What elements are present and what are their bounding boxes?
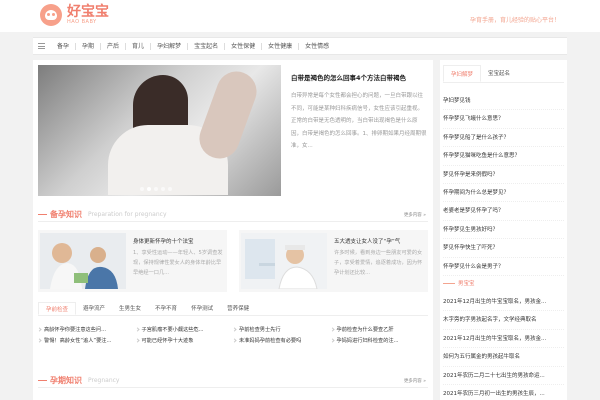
nav-item[interactable]: 孕期 <box>75 42 100 50</box>
sidebar-link[interactable]: 如何为五行属金的男孩起牛取名 <box>443 348 564 367</box>
section-title: 备孕知识 <box>50 210 82 219</box>
sidebar-link[interactable]: 梦见怀孕快生了吓死？ <box>443 239 564 258</box>
sidebar-link[interactable]: 怀孕梦见什么会是男子？ <box>443 258 564 276</box>
sidebar-link[interactable]: 木字旁的字男孩起名字，文学经典取名 <box>443 311 564 330</box>
sidebar-link[interactable]: 2021年12月出生的牛宝宝取名，男孩金... <box>443 293 564 312</box>
sidebar-link[interactable]: 怀孕梦见船了是什么孩子？ <box>443 129 564 148</box>
chevron-right-icon <box>330 327 335 332</box>
tab-item[interactable]: 避孕流产 <box>76 302 112 315</box>
featured-title[interactable]: 白带是褐色的怎么回事4个方法白带褐色 <box>291 72 427 82</box>
chevron-right-icon <box>135 338 140 343</box>
photo-arm <box>193 65 263 165</box>
sidebar-link[interactable]: 孕妇梦见钱 <box>443 92 564 111</box>
dream-list: 孕妇梦见钱 怀孕梦见飞蛾什么意思？ 怀孕梦见船了是什么孩子？ 怀孕梦见猫咪吃鱼是… <box>443 92 564 276</box>
image-slider[interactable] <box>38 65 281 196</box>
chevron-right-icon <box>135 327 140 332</box>
sidebar-link[interactable]: 梦见怀孕是来例假吗？ <box>443 166 564 184</box>
sidebar: 孕妇解梦 宝宝起名 孕妇梦见钱 怀孕梦见飞蛾什么意思？ 怀孕梦见船了是什么孩子？… <box>440 60 567 400</box>
nav-item[interactable]: 女性保健 <box>224 42 261 50</box>
site-logo[interactable]: 好宝宝 HAO BABY <box>40 4 109 26</box>
sidebar-link[interactable]: 2021年农历二月二十七出生的男孩命运... <box>443 367 564 385</box>
baby-face-icon <box>40 4 62 26</box>
card-title[interactable]: 身体更新怀孕的十个法宝 <box>133 237 194 245</box>
tab-item[interactable]: 营养保健 <box>220 302 256 315</box>
card-excerpt: 1、享受性运动——年轻人、5岁调查发现，保持规律性爱女人的身体年龄比早早绝经一口… <box>133 250 223 276</box>
article-link[interactable]: 未准妈妈孕前检查有必要吗 <box>233 337 331 344</box>
sidebar-link[interactable]: 怀孕梦见飞蛾什么意思？ <box>443 110 564 129</box>
sidebar-link[interactable]: 2021年12月出生的牛宝宝取名，男孩金... <box>443 330 564 349</box>
chevron-right-icon <box>38 327 42 332</box>
nav-item[interactable]: 育儿 <box>125 42 150 50</box>
more-link[interactable]: 更多内容 » <box>404 378 426 384</box>
chevron-right-icon <box>38 338 42 343</box>
nav-item[interactable]: 备孕 <box>51 43 75 50</box>
sidebar-link[interactable]: 怀孕梦见生男孩好吗？ <box>443 221 564 240</box>
sidebar-tabs: 孕妇解梦 宝宝起名 <box>443 65 564 83</box>
featured-article: 白带是褐色的怎么回事4个方法白带褐色 白带异常是每个女性都会担心的问题，一旦白带… <box>291 68 427 153</box>
section-subtitle: Pregnancy <box>88 377 120 384</box>
nav-item[interactable]: 宝宝起名 <box>187 42 224 50</box>
nav-item[interactable]: 女性健康 <box>261 42 298 50</box>
sidebar-link[interactable]: 怀孕梦见猫咪吃鱼是什么意思？ <box>443 147 564 166</box>
title-dash <box>443 282 455 284</box>
title-dash <box>38 214 47 215</box>
nav-item[interactable]: 产后 <box>100 42 125 50</box>
sidebar-link[interactable]: 老婆老是梦见怀孕了吗？ <box>443 202 564 221</box>
article-link[interactable]: 警惕！高龄女性“追人”要注... <box>38 337 136 344</box>
topic-tabs: 孕前检查 避孕流产 生男生女 不孕不育 怀孕测试 营养保健 <box>38 302 428 316</box>
article-links: 高龄怀孕你要注意这些问... 子宫肌瘤不要小觑这些危... 孕前检查男士先行 孕… <box>38 326 428 344</box>
tab-item[interactable]: 生男生女 <box>112 302 148 315</box>
tab-item[interactable]: 怀孕测试 <box>184 302 220 315</box>
sidebar-link[interactable]: 怀孕期间为什么总是梦见？ <box>443 184 564 203</box>
sidebar-section-header: 男宝宝 <box>443 278 564 288</box>
chevron-right-icon <box>330 338 335 343</box>
chevron-right-icon <box>233 327 237 332</box>
slider-dot[interactable] <box>168 187 172 191</box>
article-link[interactable]: 孕前检查男士先行 <box>233 326 331 333</box>
section-subtitle: Preparation for pregnancy <box>88 211 167 218</box>
article-card[interactable]: 五大透支让女人没了“孕”气 许多时候，看到身边一些朋友可爱的女子，享受着爱情，追… <box>239 230 428 292</box>
card-title[interactable]: 五大透支让女人没了“孕”气 <box>334 237 400 245</box>
main-content: 白带是褐色的怎么回事4个方法白带褐色 白带异常是每个女性都会担心的问题，一旦白带… <box>33 60 433 400</box>
section-title: 孕期知识 <box>50 376 82 385</box>
tab-item-active[interactable]: 孕前检查 <box>38 302 77 315</box>
sidebar-tab-active[interactable]: 孕妇解梦 <box>443 65 482 82</box>
article-link[interactable]: 孕前检查为什么要查乙肝 <box>330 326 429 333</box>
site-slogan: 孕育手册，育儿经验的贴心平台！ <box>469 17 560 24</box>
card-excerpt: 许多时候，看到身边一些朋友可爱的女子，享受着爱情，追逐着成功，因为怀孕计划还比较… <box>334 250 423 276</box>
tab-item[interactable]: 不孕不育 <box>148 302 184 315</box>
title-dash <box>38 380 47 381</box>
chevron-right-icon <box>233 338 237 343</box>
section-header-pregnancy: 孕期知识 Pregnancy 更多内容 » <box>38 374 428 388</box>
sidebar-section-title: 男宝宝 <box>458 281 475 287</box>
name-list: 2021年12月出生的牛宝宝取名，男孩金... 木字旁的字男孩起名字，文学经典取… <box>443 293 564 400</box>
sidebar-link[interactable]: 2021年农历三月初一出生的男孩生辰，... <box>443 385 564 400</box>
main-nav: 备孕 孕期 产后 育儿 孕妇解梦 宝宝起名 女性保健 女性健康 女性情感 <box>33 37 567 55</box>
sidebar-tab[interactable]: 宝宝起名 <box>481 65 517 82</box>
more-link[interactable]: 更多内容 » <box>404 212 426 218</box>
menu-icon[interactable] <box>38 43 45 49</box>
card-photo <box>40 233 126 289</box>
card-photo <box>241 233 327 289</box>
section-header-preparation: 备孕知识 Preparation for pregnancy 更多内容 » <box>38 208 428 222</box>
nav-item[interactable]: 女性情感 <box>298 42 335 50</box>
article-link[interactable]: 孕妈妈进行妇科检查的注... <box>330 337 429 344</box>
logo-title: 好宝宝 <box>67 4 109 20</box>
slider-dot[interactable] <box>140 187 144 191</box>
nav-item[interactable]: 孕妇解梦 <box>150 42 187 50</box>
article-link[interactable]: 可能已经怀孕十大迹象 <box>135 337 234 344</box>
featured-excerpt: 白带异常是每个女性都会担心的问题，一旦白带跟以往不同，可能是某种妇科疾病信号，女… <box>291 93 427 149</box>
top-header: 好宝宝 HAO BABY 孕育手册，育儿经验的贴心平台！ <box>0 0 600 32</box>
slider-dots <box>140 187 175 191</box>
slider-dot[interactable] <box>154 187 158 191</box>
article-link[interactable]: 高龄怀孕你要注意这些问... <box>38 326 136 333</box>
slider-dot-active[interactable] <box>147 187 151 191</box>
article-link[interactable]: 子宫肌瘤不要小觑这些危... <box>135 326 234 333</box>
slider-dot[interactable] <box>161 187 165 191</box>
article-card[interactable]: 身体更新怀孕的十个法宝 1、享受性运动——年轻人、5岁调查发现，保持规律性爱女人… <box>38 230 227 292</box>
